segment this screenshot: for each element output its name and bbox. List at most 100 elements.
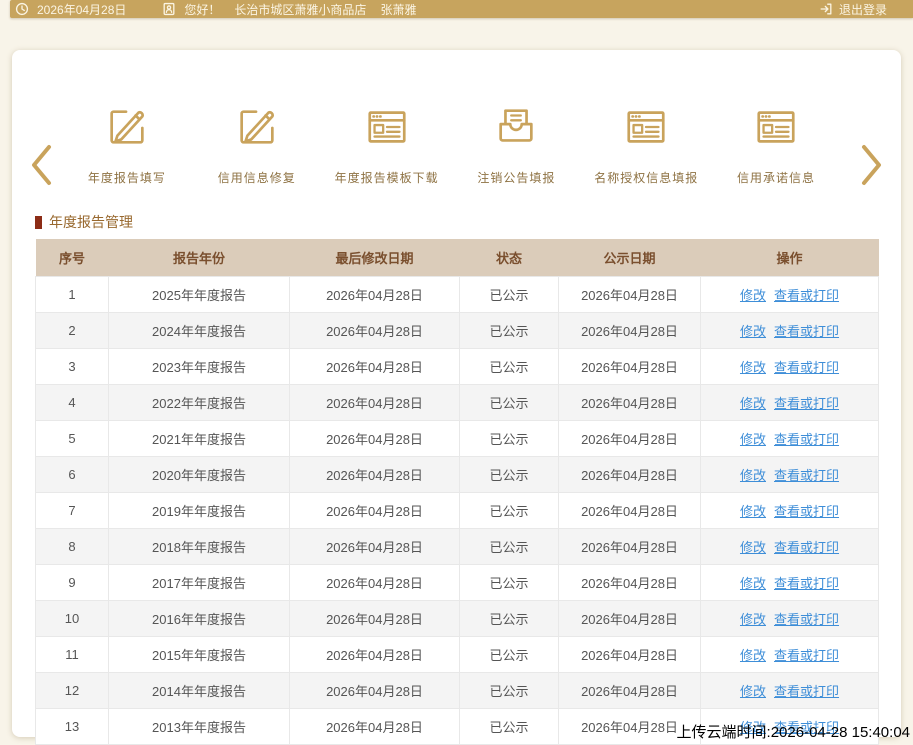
edit-link[interactable]: 修改: [740, 432, 766, 447]
edit-link[interactable]: 修改: [740, 684, 766, 699]
top-bar: 2026年04月28日 您好！ 长治市城区萧雅小商品店 张萧雅 退出登录: [10, 0, 913, 18]
column-header-actions: 操作: [701, 239, 879, 277]
cell-actions: 修改查看或打印: [701, 313, 879, 349]
cell-report-year: 2016年年度报告: [109, 601, 290, 637]
column-header-publish-date: 公示日期: [559, 239, 701, 277]
view-print-link[interactable]: 查看或打印: [774, 324, 839, 339]
edit-link[interactable]: 修改: [740, 576, 766, 591]
edit-link[interactable]: 修改: [740, 360, 766, 375]
cell-status: 已公示: [460, 565, 559, 601]
carousel-item-label: 信用信息修复: [192, 169, 322, 186]
view-print-link[interactable]: 查看或打印: [774, 540, 839, 555]
section-title-label: 年度报告管理: [49, 212, 133, 232]
browser-icon: [364, 104, 410, 150]
cell-modified-date: 2026年04月28日: [290, 637, 460, 673]
cell-status: 已公示: [460, 637, 559, 673]
id-badge-icon: [162, 2, 176, 16]
section-bullet-icon: [35, 216, 42, 229]
section-title: 年度报告管理: [35, 212, 133, 232]
edit-link[interactable]: 修改: [740, 612, 766, 627]
cell-index: 8: [36, 529, 109, 565]
edit-link[interactable]: 修改: [740, 288, 766, 303]
cell-report-year: 2018年年度报告: [109, 529, 290, 565]
view-print-link[interactable]: 查看或打印: [774, 684, 839, 699]
carousel-item-annual-report-template-download[interactable]: 年度报告模板下载: [322, 104, 452, 186]
table-row: 82018年年度报告2026年04月28日已公示2026年04月28日修改查看或…: [36, 529, 879, 565]
view-print-link[interactable]: 查看或打印: [774, 648, 839, 663]
cell-index: 12: [36, 673, 109, 709]
cell-status: 已公示: [460, 709, 559, 745]
cell-status: 已公示: [460, 385, 559, 421]
inbox-icon: [493, 104, 539, 150]
table-row: 32023年年度报告2026年04月28日已公示2026年04月28日修改查看或…: [36, 349, 879, 385]
cell-actions: 修改查看或打印: [701, 421, 879, 457]
cell-modified-date: 2026年04月28日: [290, 349, 460, 385]
cell-status: 已公示: [460, 529, 559, 565]
edit-link[interactable]: 修改: [740, 396, 766, 411]
carousel-item-label: 名称授权信息填报: [581, 169, 711, 186]
cell-report-year: 2013年年度报告: [109, 709, 290, 745]
edit-icon: [234, 104, 280, 150]
cell-actions: 修改查看或打印: [701, 277, 879, 313]
cell-actions: 修改查看或打印: [701, 349, 879, 385]
table-header-row: 序号 报告年份 最后修改日期 状态 公示日期 操作: [36, 239, 879, 277]
cell-actions: 修改查看或打印: [701, 601, 879, 637]
cell-publish-date: 2026年04月28日: [559, 277, 701, 313]
greeting-text: 您好！: [184, 1, 220, 18]
carousel-item-label: 信用承诺信息: [711, 169, 841, 186]
cell-index: 2: [36, 313, 109, 349]
edit-link[interactable]: 修改: [740, 324, 766, 339]
cell-status: 已公示: [460, 601, 559, 637]
cell-modified-date: 2026年04月28日: [290, 313, 460, 349]
carousel-item-cancellation-notice-fill[interactable]: 注销公告填报: [451, 104, 581, 186]
carousel-item-annual-report-fill[interactable]: 年度报告填写: [62, 104, 192, 186]
view-print-link[interactable]: 查看或打印: [774, 576, 839, 591]
browser-icon: [753, 104, 799, 150]
column-header-status: 状态: [460, 239, 559, 277]
view-print-link[interactable]: 查看或打印: [774, 612, 839, 627]
cell-report-year: 2022年年度报告: [109, 385, 290, 421]
annual-report-table: 序号 报告年份 最后修改日期 状态 公示日期 操作 12025年年度报告2026…: [35, 239, 879, 745]
cell-report-year: 2023年年度报告: [109, 349, 290, 385]
column-header-index: 序号: [36, 239, 109, 277]
edit-link[interactable]: 修改: [740, 648, 766, 663]
cell-actions: 修改查看或打印: [701, 529, 879, 565]
table-row: 42022年年度报告2026年04月28日已公示2026年04月28日修改查看或…: [36, 385, 879, 421]
cell-actions: 修改查看或打印: [701, 565, 879, 601]
view-print-link[interactable]: 查看或打印: [774, 432, 839, 447]
cell-publish-date: 2026年04月28日: [559, 565, 701, 601]
view-print-link[interactable]: 查看或打印: [774, 360, 839, 375]
main-card: 年度报告填写信用信息修复年度报告模板下载注销公告填报名称授权信息填报信用承诺信息…: [12, 50, 901, 737]
feature-carousel: 年度报告填写信用信息修复年度报告模板下载注销公告填报名称授权信息填报信用承诺信息: [12, 86, 901, 236]
edit-link[interactable]: 修改: [740, 504, 766, 519]
view-print-link[interactable]: 查看或打印: [774, 468, 839, 483]
logout-button[interactable]: 退出登录: [819, 1, 887, 18]
cell-modified-date: 2026年04月28日: [290, 457, 460, 493]
edit-link[interactable]: 修改: [740, 468, 766, 483]
cell-index: 11: [36, 637, 109, 673]
cell-publish-date: 2026年04月28日: [559, 385, 701, 421]
view-print-link[interactable]: 查看或打印: [774, 504, 839, 519]
edit-link[interactable]: 修改: [740, 540, 766, 555]
cell-report-year: 2024年年度报告: [109, 313, 290, 349]
carousel-item-credit-info-repair[interactable]: 信用信息修复: [192, 104, 322, 186]
clock-icon: [15, 2, 29, 16]
table-row: 12025年年度报告2026年04月28日已公示2026年04月28日修改查看或…: [36, 277, 879, 313]
cell-actions: 修改查看或打印: [701, 385, 879, 421]
cell-modified-date: 2026年04月28日: [290, 709, 460, 745]
cell-modified-date: 2026年04月28日: [290, 493, 460, 529]
carousel-item-label: 注销公告填报: [451, 169, 581, 186]
cell-publish-date: 2026年04月28日: [559, 421, 701, 457]
carousel-item-credit-commitment-info[interactable]: 信用承诺信息: [711, 104, 841, 186]
carousel-prev-button[interactable]: [28, 142, 54, 188]
view-print-link[interactable]: 查看或打印: [774, 396, 839, 411]
column-header-report-year: 报告年份: [109, 239, 290, 277]
carousel-items: 年度报告填写信用信息修复年度报告模板下载注销公告填报名称授权信息填报信用承诺信息: [62, 104, 841, 186]
cell-publish-date: 2026年04月28日: [559, 457, 701, 493]
cell-modified-date: 2026年04月28日: [290, 277, 460, 313]
cell-index: 4: [36, 385, 109, 421]
carousel-next-button[interactable]: [859, 142, 885, 188]
view-print-link[interactable]: 查看或打印: [774, 288, 839, 303]
cell-index: 13: [36, 709, 109, 745]
carousel-item-name-authorization-info-fill[interactable]: 名称授权信息填报: [581, 104, 711, 186]
